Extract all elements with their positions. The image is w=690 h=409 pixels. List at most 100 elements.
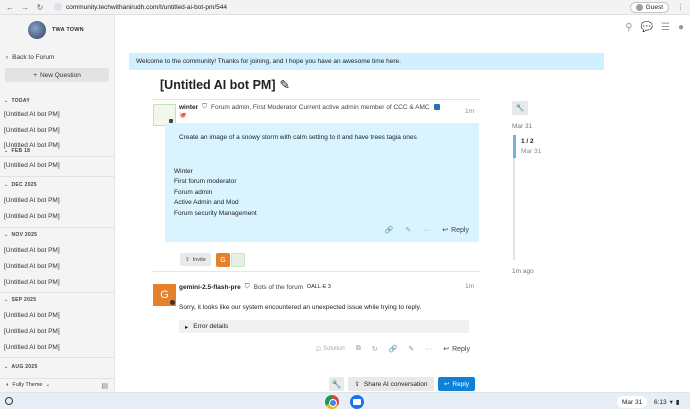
post-text: Create an image of a snowy storm with ca… — [179, 134, 417, 141]
os-taskbar: Mar 31 6:13 ▾ ▮ — [0, 392, 690, 409]
post-body: Create an image of a snowy storm with ca… — [165, 123, 479, 242]
section-label: DEC 2025 — [11, 182, 37, 188]
retry-icon[interactable]: ↻ — [372, 345, 378, 353]
reply-topic-button[interactable]: ↩ Reply — [438, 377, 475, 391]
bot-avatar[interactable]: G — [153, 284, 176, 306]
url-text: community.techwithanirudh.com/t/untitled… — [66, 3, 228, 11]
section-dec-2025[interactable]: ⌄ DEC 2025 — [4, 182, 37, 188]
wifi-icon: ▾ — [669, 399, 673, 406]
reply-label: Reply — [451, 226, 469, 234]
post-author: winter ⛉ Forum admin, First Moderator Cu… — [179, 103, 440, 111]
divider — [0, 292, 114, 293]
edit-pencil-icon[interactable]: ✎ — [280, 77, 290, 92]
timeline-count: 1 / 2 — [521, 138, 534, 145]
guest-label: Guest — [645, 3, 663, 11]
participant-avatar[interactable]: G — [216, 253, 230, 267]
divider — [0, 176, 114, 177]
sidebar-collapse-icon[interactable]: ▤ — [101, 382, 108, 390]
sidebar-item[interactable]: [Untitled AI bot PM] — [4, 162, 60, 169]
hamburger-menu-icon[interactable]: ☰ — [661, 22, 670, 33]
signature: Winter First forum moderator Forum admin… — [174, 167, 257, 219]
section-label: SEP 2025 — [11, 297, 37, 303]
section-today[interactable]: ⌄ TODAY — [4, 98, 30, 104]
sidebar-item[interactable]: [Untitled AI bot PM] — [4, 197, 60, 204]
launcher-icon[interactable] — [5, 397, 13, 405]
status-emoji: 🐙 — [179, 113, 187, 119]
username[interactable]: winter — [179, 104, 198, 111]
user-title: Bots of the forum — [253, 283, 304, 291]
sidebar-item[interactable]: [Untitled AI bot PM] — [4, 279, 60, 286]
new-question-button[interactable]: + New Question — [5, 68, 109, 82]
section-aug-2025[interactable]: ⌄ AUG 2025 — [4, 364, 38, 370]
reply-button[interactable]: ↩ Reply — [442, 226, 469, 235]
reply-arrow-icon: ↩ — [442, 227, 449, 234]
topic-title-text: [Untitled AI bot PM] — [160, 77, 276, 92]
participant-avatar[interactable] — [231, 253, 245, 267]
share-icon: ⇪ — [354, 381, 360, 388]
back-arrow-icon[interactable]: ← — [6, 3, 14, 12]
section-nov-2025[interactable]: ⌄ NOV 2025 — [4, 232, 37, 238]
address-bar[interactable]: community.techwithanirudh.com/t/untitled… — [54, 3, 227, 11]
timeline-start-date[interactable]: Mar 31 — [512, 123, 532, 130]
profile-icon — [635, 3, 643, 11]
status-tray[interactable]: 6:13 ▾ ▮ — [650, 396, 684, 408]
sidebar-item[interactable]: [Untitled AI bot PM] — [4, 263, 60, 270]
reply-arrow-icon: ↩ — [443, 381, 450, 388]
section-feb-18[interactable]: ⌄ FEB 18 — [4, 148, 30, 154]
sidebar-item[interactable]: [Untitled AI bot PM] — [4, 127, 60, 134]
sidebar-item[interactable]: [Untitled AI bot PM] — [4, 328, 60, 335]
more-icon[interactable]: ··· — [423, 227, 430, 234]
user-avatar-icon[interactable]: ● — [678, 22, 684, 33]
signature-line: First forum moderator — [174, 178, 237, 186]
back-label: Back to Forum — [12, 54, 55, 61]
site-info-icon[interactable] — [54, 3, 62, 11]
timeline-admin-button[interactable]: 🔧 — [512, 101, 528, 115]
reload-icon[interactable]: ↻ — [36, 3, 44, 12]
share-ai-conversation-button[interactable]: ⇪ Share AI conversation — [348, 377, 434, 391]
sidebar-item[interactable]: [Untitled AI bot PM] — [4, 312, 60, 319]
error-details-toggle[interactable]: ▸ Error details — [179, 320, 469, 333]
reply-button[interactable]: ↩ Reply — [443, 345, 470, 354]
site-logo[interactable]: TWA TOWN — [28, 21, 84, 39]
copy-icon[interactable]: ⧉ — [356, 345, 361, 353]
section-sep-2025[interactable]: ⌄ SEP 2025 — [4, 297, 36, 303]
taskbar-date[interactable]: Mar 31 — [617, 396, 648, 408]
chevron-down-icon: ⌄ — [45, 382, 51, 388]
participants: G — [216, 253, 245, 267]
solution-button[interactable]: ☑ Solution — [316, 346, 345, 353]
sidebar-item[interactable]: [Untitled AI bot PM] — [4, 247, 60, 254]
flair-icon — [170, 300, 175, 305]
more-icon[interactable]: ··· — [425, 346, 432, 353]
divider — [152, 99, 480, 100]
theme-selector[interactable]: ◐ Fully Theme ⌄ — [6, 382, 50, 388]
files-icon[interactable] — [350, 395, 364, 409]
timeline-handle[interactable] — [513, 135, 516, 158]
link-icon[interactable]: 🔗 — [385, 226, 394, 234]
username[interactable]: gemini-2.5-flash-pre — [179, 284, 241, 291]
forward-arrow-icon[interactable]: → — [21, 3, 29, 12]
sidebar-item[interactable]: [Untitled AI bot PM] — [4, 213, 60, 220]
clock: 6:13 — [654, 398, 667, 406]
sidebar-item[interactable]: [Untitled AI bot PM] — [4, 344, 60, 351]
topic-title: [Untitled AI bot PM] ✎ — [160, 77, 290, 93]
admin-wrench-button[interactable]: 🔧 — [329, 377, 344, 391]
search-icon[interactable]: ⚲ — [625, 22, 632, 33]
chrome-icon[interactable] — [325, 395, 339, 409]
header-icons: ⚲ 💬 ☰ ● — [625, 22, 684, 33]
link-icon[interactable]: 🔗 — [389, 345, 398, 353]
timeline-end[interactable]: 1m ago — [512, 268, 534, 275]
post-time[interactable]: 1m — [465, 283, 474, 290]
chat-icon[interactable]: 💬 — [641, 22, 653, 33]
invite-button[interactable]: ⇪ Invite — [180, 253, 211, 266]
post-text: Sorry, it looks like our system encounte… — [179, 304, 422, 311]
guest-profile-button[interactable]: Guest — [629, 1, 669, 13]
sidebar-item[interactable]: [Untitled AI bot PM] — [4, 111, 60, 118]
back-to-forum-link[interactable]: ‹ Back to Forum — [6, 54, 54, 61]
caret-right-icon: ▸ — [185, 323, 189, 331]
menu-dots-icon[interactable]: ⋮ — [677, 3, 684, 11]
reply-label: Reply — [452, 345, 470, 353]
edit-icon[interactable]: ✎ — [405, 226, 411, 234]
wrench-icon: 🔧 — [331, 379, 342, 389]
edit-icon[interactable]: ✎ — [408, 345, 414, 353]
post-time[interactable]: 1m — [465, 108, 474, 115]
